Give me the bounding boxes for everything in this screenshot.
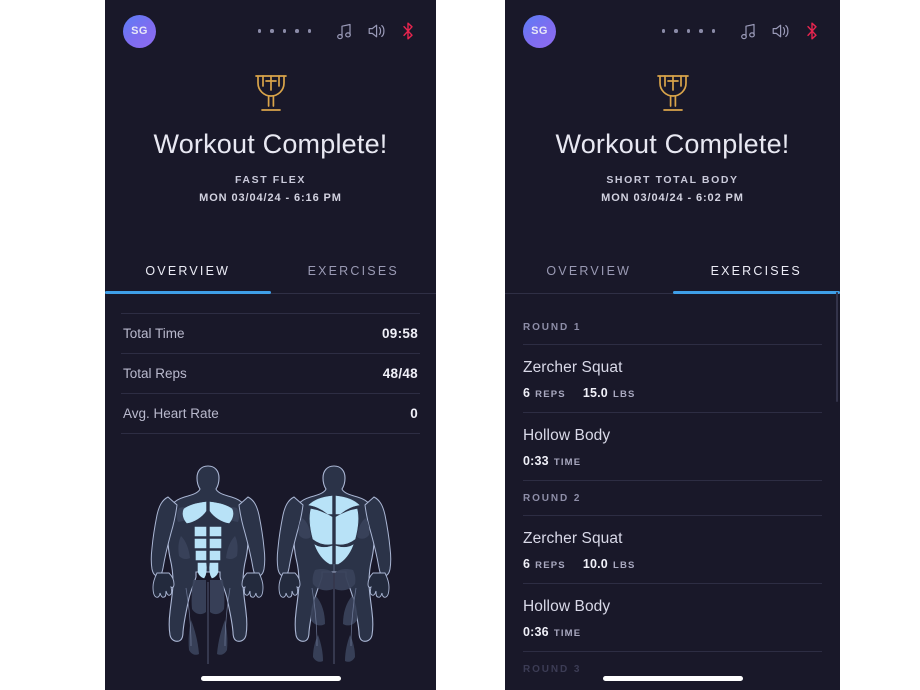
- status-bar-left: SG: [105, 0, 436, 62]
- home-indicator[interactable]: [200, 676, 341, 681]
- hero-left: Workout Complete! FAST FLEX MON 03/04/24…: [105, 62, 436, 204]
- stat-value: 48/48: [382, 365, 418, 381]
- avatar[interactable]: SG: [523, 14, 556, 48]
- metric-unit: REPS: [535, 559, 566, 571]
- bluetooth-icon[interactable]: [402, 22, 414, 40]
- stat-label: Total Time: [123, 325, 185, 341]
- signal-dots: [257, 29, 311, 33]
- tab-exercises[interactable]: EXERCISES: [673, 264, 841, 294]
- stat-row: Total Reps 48/48: [121, 354, 420, 394]
- round-header: ROUND 2: [523, 481, 822, 516]
- home-indicator[interactable]: [602, 676, 743, 681]
- tab-exercises[interactable]: EXERCISES: [271, 264, 437, 294]
- tab-overview[interactable]: OVERVIEW: [505, 264, 673, 294]
- exercise-metrics: 0:33 TIME: [523, 454, 822, 468]
- exercise-item[interactable]: Hollow Body 0:33 TIME: [523, 413, 822, 481]
- avatar[interactable]: SG: [123, 14, 156, 48]
- exercise-name: Hollow Body: [523, 597, 611, 615]
- tab-overview-label: OVERVIEW: [546, 263, 632, 278]
- speaker-icon[interactable]: [368, 23, 386, 39]
- music-note-icon[interactable]: [741, 23, 756, 40]
- body-front-anatomy: [150, 465, 265, 664]
- tab-bar-left: OVERVIEW EXERCISES: [105, 264, 436, 294]
- avatar-initials: SG: [531, 25, 548, 37]
- overview-stats: Total Time 09:58 Total Reps 48/48 Avg. H…: [105, 312, 436, 434]
- speaker-icon[interactable]: [772, 23, 790, 39]
- exercise-item[interactable]: Hollow Body 0:36 TIME: [523, 584, 822, 652]
- status-bar-icons-left: [257, 22, 415, 40]
- exercise-name: Zercher Squat: [523, 529, 623, 547]
- trophy-icon: [105, 70, 436, 116]
- page-title: Workout Complete!: [555, 129, 790, 159]
- body-back-anatomy: [276, 465, 391, 664]
- status-bar-icons-right: [661, 22, 819, 40]
- music-note-icon[interactable]: [337, 23, 352, 40]
- exercise-metrics: 6 REPS 10.0 LBS: [523, 557, 822, 571]
- stat-label: Total Reps: [123, 365, 187, 381]
- exercise-item[interactable]: Zercher Squat 6 REPS 15.0 LBS: [523, 345, 822, 413]
- exercise-metrics: 6 REPS 15.0 LBS: [523, 386, 822, 400]
- metric-value: 6: [523, 385, 531, 400]
- metric-unit: TIME: [553, 456, 582, 468]
- exercise-name: Hollow Body: [523, 426, 611, 444]
- trophy-icon: [505, 70, 840, 116]
- screenshot-stage: SG Workout Complete! FAST FLEX MON 03/04…: [0, 0, 920, 690]
- metric-value: 6: [523, 556, 531, 571]
- stat-value: 0: [410, 405, 418, 421]
- tab-active-underline: [672, 290, 840, 294]
- signal-dots: [661, 29, 715, 33]
- exercise-name: Zercher Squat: [523, 358, 623, 376]
- tab-exercises-label: EXERCISES: [307, 263, 399, 278]
- metric-unit: LBS: [612, 559, 636, 571]
- metric-value: 0:36: [523, 624, 549, 639]
- exercise-metrics: 0:36 TIME: [523, 625, 822, 639]
- metric-value: 0:33: [523, 453, 549, 468]
- page-title: Workout Complete!: [153, 129, 388, 159]
- tab-active-underline: [105, 290, 271, 294]
- tab-bar-right: OVERVIEW EXERCISES: [505, 264, 840, 294]
- round-header: ROUND 1: [523, 310, 822, 345]
- bluetooth-icon[interactable]: [806, 22, 818, 40]
- phone-screen-overview: SG Workout Complete! FAST FLEX MON 03/04…: [105, 0, 436, 690]
- stat-label: Avg. Heart Rate: [123, 405, 219, 421]
- body-diagram: [105, 460, 436, 668]
- stat-row: Avg. Heart Rate 0: [121, 394, 420, 434]
- exercise-item[interactable]: Zercher Squat 6 REPS 10.0 LBS: [523, 516, 822, 584]
- tab-overview-label: OVERVIEW: [145, 263, 231, 278]
- hero-right: Workout Complete! SHORT TOTAL BODY MON 0…: [505, 62, 840, 204]
- avatar-initials: SG: [131, 25, 148, 37]
- metric-unit: REPS: [535, 388, 566, 400]
- metric-unit: TIME: [553, 627, 582, 639]
- workout-datetime: MON 03/04/24 - 6:02 PM: [601, 191, 744, 204]
- workout-name: FAST FLEX: [235, 173, 306, 186]
- stat-value: 09:58: [381, 325, 418, 341]
- workout-name: SHORT TOTAL BODY: [606, 173, 739, 186]
- phone-screen-exercises: SG Workout Complete! SHORT TOTAL BODY MO…: [505, 0, 840, 690]
- tab-overview[interactable]: OVERVIEW: [105, 264, 271, 294]
- metric-value: 15.0: [582, 385, 608, 400]
- scrollbar[interactable]: [835, 292, 838, 402]
- metric-unit: LBS: [612, 388, 636, 400]
- tab-exercises-label: EXERCISES: [710, 263, 802, 278]
- stat-row: Total Time 09:58: [121, 312, 420, 354]
- metric-value: 10.0: [582, 556, 608, 571]
- workout-datetime: MON 03/04/24 - 6:16 PM: [199, 191, 342, 204]
- exercises-list: ROUND 1 Zercher Squat 6 REPS 15.0 LBS Ho…: [505, 310, 840, 686]
- status-bar-right: SG: [505, 0, 840, 62]
